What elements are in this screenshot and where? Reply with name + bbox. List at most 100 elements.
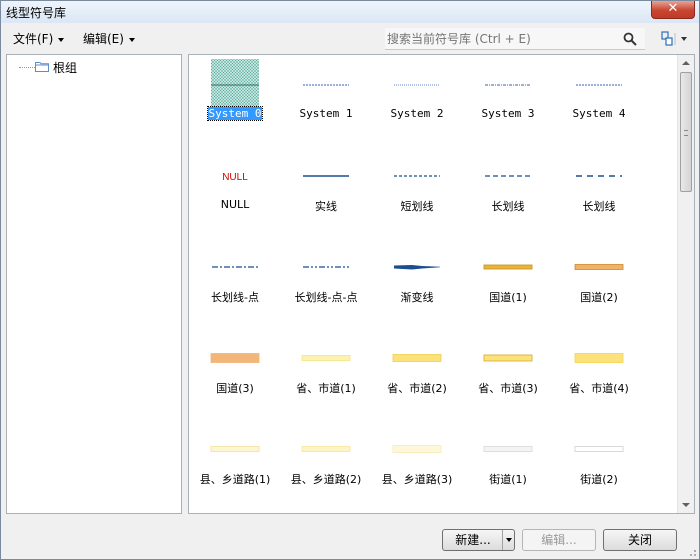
search-icon[interactable] xyxy=(623,32,637,46)
symbol-label-text: System 3 xyxy=(481,107,535,120)
window-title: 线型符号库 xyxy=(6,6,67,20)
symbol-preview xyxy=(303,175,349,177)
symbol-item[interactable]: 省、市道(3) xyxy=(462,328,554,419)
chevron-down-icon xyxy=(58,37,65,42)
symbol-preview xyxy=(576,175,622,177)
symbol-item[interactable]: 街道(2) xyxy=(553,419,645,510)
symbol-item[interactable]: 省、市道(2) xyxy=(371,328,463,419)
symbol-label: System 4 xyxy=(549,107,649,120)
symbol-item[interactable]: System 3 xyxy=(462,55,554,146)
symbol-label-text: System 0 xyxy=(206,106,264,121)
symbol-preview xyxy=(303,266,349,268)
menu-edit-label: 编辑(E) xyxy=(83,32,124,46)
symbol-preview xyxy=(485,175,531,177)
symbol-item[interactable]: 长划线-点 xyxy=(189,237,281,328)
symbol-label: System 1 xyxy=(276,107,376,120)
symbol-label: 省、市道(2) xyxy=(367,380,467,396)
symbol-item[interactable]: 长划线 xyxy=(553,146,645,237)
symbol-item[interactable]: 国道(1) xyxy=(462,237,554,328)
symbol-preview xyxy=(392,354,442,362)
symbol-label-text: 街道(2) xyxy=(580,473,618,486)
symbol-library-window: 线型符号库 ✕ 文件(F) 编辑(E) 根组 Syst xyxy=(0,0,700,560)
symbol-label-text: 县、乡道路(1) xyxy=(199,473,271,486)
symbol-preview xyxy=(394,265,440,270)
symbol-preview xyxy=(574,353,624,363)
symbol-label-text: System 1 xyxy=(299,107,353,120)
close-button[interactable]: 关闭 xyxy=(603,529,677,551)
symbol-item[interactable]: NULL NULL xyxy=(189,146,281,237)
symbol-item[interactable]: 长划线 xyxy=(462,146,554,237)
symbol-item[interactable]: 县、乡道路(2) xyxy=(280,419,372,510)
symbol-item[interactable]: System 4 xyxy=(553,55,645,146)
symbol-label: 国道(3) xyxy=(189,380,285,396)
symbol-item[interactable]: 国道(2) xyxy=(553,237,645,328)
symbol-item[interactable]: 国道(3) xyxy=(189,328,281,419)
symbol-label-text: 国道(1) xyxy=(489,291,527,304)
menu-file[interactable]: 文件(F) xyxy=(13,30,65,47)
symbol-label-text: 县、乡道路(3) xyxy=(381,473,453,486)
null-symbol-text: NULL xyxy=(222,172,248,183)
symbol-item[interactable]: 县、乡道路(3) xyxy=(371,419,463,510)
symbol-label: System 2 xyxy=(367,107,467,120)
symbol-label: NULL xyxy=(189,198,285,211)
vertical-scrollbar[interactable] xyxy=(677,55,694,513)
menu-edit[interactable]: 编辑(E) xyxy=(83,30,135,47)
new-button[interactable]: 新建... xyxy=(442,529,515,551)
symbol-preview xyxy=(394,175,440,177)
symbol-item[interactable]: 实线 xyxy=(280,146,372,237)
symbol-item[interactable]: 省、市道(1) xyxy=(280,328,372,419)
symbol-label: 渐变线 xyxy=(367,289,467,305)
symbol-item[interactable]: 街道(1) xyxy=(462,419,554,510)
symbol-label: 县、乡道路(1) xyxy=(189,471,285,487)
symbol-label: 省、市道(4) xyxy=(549,380,649,396)
symbol-label: System 3 xyxy=(458,107,558,120)
scroll-up-icon[interactable] xyxy=(682,61,690,65)
search-input[interactable] xyxy=(387,30,617,48)
new-dropdown-toggle[interactable] xyxy=(502,530,514,550)
symbol-preview xyxy=(394,84,440,86)
symbol-item[interactable]: System 1 xyxy=(280,55,372,146)
symbol-preview xyxy=(483,354,533,362)
symbol-preview xyxy=(392,445,442,453)
symbol-preview xyxy=(210,353,260,363)
symbol-label-text: 渐变线 xyxy=(400,291,434,304)
symbol-label-text: 省、市道(1) xyxy=(296,382,356,395)
symbol-label-text: 国道(3) xyxy=(216,382,254,395)
symbol-item[interactable]: 短划线 xyxy=(371,146,463,237)
edit-button[interactable]: 编辑... xyxy=(522,529,596,551)
new-button-label: 新建... xyxy=(455,533,491,547)
symbol-label-text: System 2 xyxy=(390,107,444,120)
symbol-label-text: 省、市道(2) xyxy=(387,382,447,395)
symbol-label-text: 省、市道(3) xyxy=(478,382,538,395)
symbol-item[interactable]: System 0 xyxy=(189,55,281,146)
symbol-item[interactable]: 县、乡道路(1) xyxy=(189,419,281,510)
symbol-label: 短划线 xyxy=(367,198,467,214)
symbol-item[interactable]: 省、市道(4) xyxy=(553,328,645,419)
symbol-preview xyxy=(210,446,260,452)
symbol-item[interactable]: System 2 xyxy=(371,55,463,146)
chevron-down-icon xyxy=(128,37,135,42)
symbol-preview xyxy=(483,264,533,270)
symbol-label-text: 长划线 xyxy=(491,200,525,213)
scroll-thumb[interactable] xyxy=(680,72,692,192)
symbol-label-text: 实线 xyxy=(315,200,337,213)
tree-node-label: 根组 xyxy=(53,61,78,75)
symbol-label: 县、乡道路(2) xyxy=(276,471,376,487)
resize-grip-icon[interactable] xyxy=(687,547,697,557)
symbol-label: 实线 xyxy=(276,198,376,214)
scroll-down-icon[interactable] xyxy=(682,503,690,507)
symbol-item[interactable]: 长划线-点-点 xyxy=(280,237,372,328)
symbol-item[interactable]: 渐变线 xyxy=(371,237,463,328)
symbol-label: 县、乡道路(3) xyxy=(367,471,467,487)
group-tree: 根组 xyxy=(6,54,182,514)
title-bar[interactable]: 线型符号库 ✕ xyxy=(1,1,699,23)
symbol-label: 省、市道(3) xyxy=(458,380,558,396)
symbol-preview xyxy=(574,446,624,452)
symbol-preview xyxy=(485,84,531,86)
menu-file-label: 文件(F) xyxy=(13,32,54,46)
symbol-preview xyxy=(301,355,351,361)
tree-connector xyxy=(19,67,35,68)
symbol-label: 省、市道(1) xyxy=(276,380,376,396)
view-mode-button[interactable] xyxy=(657,29,693,49)
close-window-button[interactable]: ✕ xyxy=(651,1,695,19)
